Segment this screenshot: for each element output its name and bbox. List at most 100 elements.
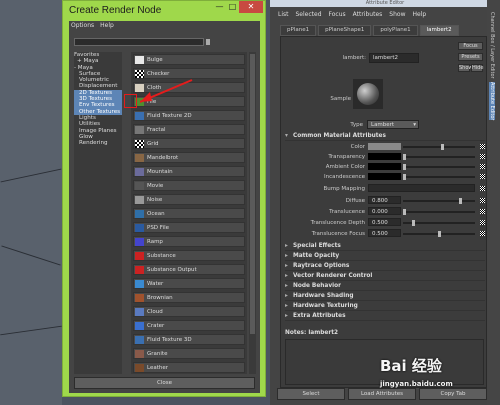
section-matte-opacity[interactable]: ▸ Matte Opacity — [285, 251, 485, 261]
section-hardware-shading[interactable]: ▸ Hardware Shading — [285, 291, 485, 301]
node-item[interactable]: PSD File — [133, 222, 245, 233]
icon-size-slider-knob[interactable] — [206, 39, 210, 45]
menu-help[interactable]: Help — [100, 22, 114, 29]
material-sample-swatch — [353, 79, 383, 109]
translucence-slider[interactable] — [403, 211, 475, 213]
section-node-behavior[interactable]: ▸ Node Behavior — [285, 281, 485, 291]
node-item[interactable]: Granite — [133, 348, 245, 359]
translucence-map-checker-icon[interactable] — [480, 209, 485, 214]
section-extra-attributes[interactable]: ▸ Extra Attributes — [285, 311, 485, 321]
show-button[interactable]: Show — [458, 64, 473, 72]
section-vector-renderer-control[interactable]: ▸ Vector Renderer Control — [285, 271, 485, 281]
menu-attributes[interactable]: Attributes — [353, 11, 383, 18]
diffuse-map-checker-icon[interactable] — [480, 198, 485, 203]
translucence-depth-field[interactable]: 0.500 — [368, 218, 401, 226]
tree-item-rendering[interactable]: Rendering — [74, 140, 122, 146]
translucence-focus-map-checker-icon[interactable] — [480, 231, 485, 236]
ambient-color-slider[interactable] — [403, 166, 475, 168]
section-title: Hardware Texturing — [293, 303, 358, 309]
select-button[interactable]: Select — [277, 388, 345, 400]
menu-show[interactable]: Show — [389, 11, 405, 18]
node-item[interactable]: Water — [133, 278, 245, 289]
transparency-slider-knob[interactable] — [403, 154, 406, 160]
section-raytrace-options[interactable]: ▸ Raytrace Options — [285, 261, 485, 271]
node-item[interactable]: Noise — [133, 194, 245, 205]
close-button[interactable]: Close — [74, 377, 255, 389]
section-hardware-texturing[interactable]: ▸ Hardware Texturing — [285, 301, 485, 311]
translucence-depth-map-checker-icon[interactable] — [480, 220, 485, 225]
node-label: Fluid Texture 2D — [147, 113, 192, 119]
node-item[interactable]: Fluid Texture 2D — [133, 110, 245, 121]
tree-item-env-textures[interactable]: Env Textures — [74, 102, 122, 109]
node-thumbnail-icon — [135, 280, 144, 288]
diffuse-field[interactable]: 0.800 — [368, 196, 401, 204]
node-item[interactable]: Fractal — [133, 124, 245, 135]
menu-help[interactable]: Help — [412, 11, 426, 18]
node-item[interactable]: Substance — [133, 250, 245, 261]
tab-polyplane1[interactable]: polyPlane1 — [373, 25, 418, 36]
tree-item-image-planes[interactable]: Image Planes — [74, 128, 122, 134]
tab-lambert2[interactable]: lambert2 — [419, 25, 459, 36]
diffuse-slider-knob[interactable] — [459, 198, 462, 204]
section-special-effects[interactable]: ▸ Special Effects — [285, 241, 485, 251]
channel-box-tab[interactable]: Channel Box / Layer Editor — [489, 12, 495, 79]
color-map-checker-icon[interactable] — [480, 144, 485, 149]
close-icon[interactable]: ✕ — [239, 1, 263, 13]
incandescence-swatch[interactable] — [368, 173, 401, 180]
incandescence-slider[interactable] — [403, 176, 475, 178]
transparency-slider[interactable] — [403, 156, 475, 158]
node-item[interactable]: Ocean — [133, 208, 245, 219]
bump-mapping-checker-icon[interactable] — [480, 186, 485, 191]
color-swatch[interactable] — [368, 143, 401, 150]
presets-button[interactable]: Presets — [458, 53, 483, 61]
node-item[interactable]: Fluid Texture 3D — [133, 334, 245, 345]
tree-item-displacement[interactable]: Displacement — [74, 83, 122, 89]
node-item[interactable]: Brownian — [133, 292, 245, 303]
transparency-swatch[interactable] — [368, 153, 401, 160]
hide-button[interactable]: Hide — [471, 64, 483, 72]
menu-list[interactable]: List — [278, 11, 289, 18]
type-dropdown[interactable]: Lambert ▾ — [367, 120, 419, 129]
node-item[interactable]: Cloud — [133, 306, 245, 317]
tab-pplane1[interactable]: pPlane1 — [280, 25, 317, 36]
menu-options[interactable]: Options — [71, 22, 94, 29]
attribute-editor-side-tab[interactable]: Attribute Editor — [489, 82, 495, 121]
node-item[interactable]: Bulge — [133, 54, 245, 65]
bump-mapping-field[interactable] — [368, 184, 475, 192]
minimize-icon[interactable]: — — [213, 1, 226, 13]
node-thumbnail-icon — [135, 252, 144, 260]
tab-pplaneshape1[interactable]: pPlaneShape1 — [318, 25, 372, 36]
transparency-map-checker-icon[interactable] — [480, 154, 485, 159]
section-common-material[interactable]: ▾ Common Material Attributes — [285, 131, 485, 141]
menu-focus[interactable]: Focus — [329, 11, 346, 18]
diffuse-slider[interactable] — [403, 200, 475, 202]
node-item[interactable]: Mountain — [133, 166, 245, 177]
maximize-icon[interactable]: □ — [226, 1, 239, 13]
icon-size-slider[interactable] — [74, 39, 252, 45]
scrollbar-thumb[interactable] — [250, 54, 255, 334]
translucence-focus-field[interactable]: 0.500 — [368, 229, 401, 237]
translucence-depth-slider-knob[interactable] — [412, 220, 415, 226]
translucence-field[interactable]: 0.000 — [368, 207, 401, 215]
node-item[interactable]: Substance Output — [133, 264, 245, 275]
node-item[interactable]: Leather — [133, 362, 245, 373]
node-list-scrollbar[interactable] — [249, 52, 256, 374]
translucence-focus-slider-knob[interactable] — [438, 231, 441, 237]
incandescence-map-checker-icon[interactable] — [480, 174, 485, 179]
node-item[interactable]: Crater — [133, 320, 245, 331]
color-slider-knob[interactable] — [441, 144, 444, 150]
node-item[interactable]: Movie — [133, 180, 245, 191]
node-item[interactable]: Grid — [133, 138, 245, 149]
color-slider[interactable] — [403, 146, 475, 148]
focus-button[interactable]: Focus — [458, 42, 483, 50]
ambient-color-map-checker-icon[interactable] — [480, 164, 485, 169]
menu-selected[interactable]: Selected — [296, 11, 322, 18]
ambient-color-swatch[interactable] — [368, 163, 401, 170]
node-thumbnail-icon — [135, 140, 144, 148]
translucence-slider-knob[interactable] — [403, 209, 406, 215]
node-item[interactable]: Ramp — [133, 236, 245, 247]
node-name-field[interactable]: lambert2 — [369, 53, 419, 63]
ambient-color-slider-knob[interactable] — [403, 164, 406, 170]
incandescence-slider-knob[interactable] — [403, 174, 406, 180]
node-item[interactable]: Mandelbrot — [133, 152, 245, 163]
